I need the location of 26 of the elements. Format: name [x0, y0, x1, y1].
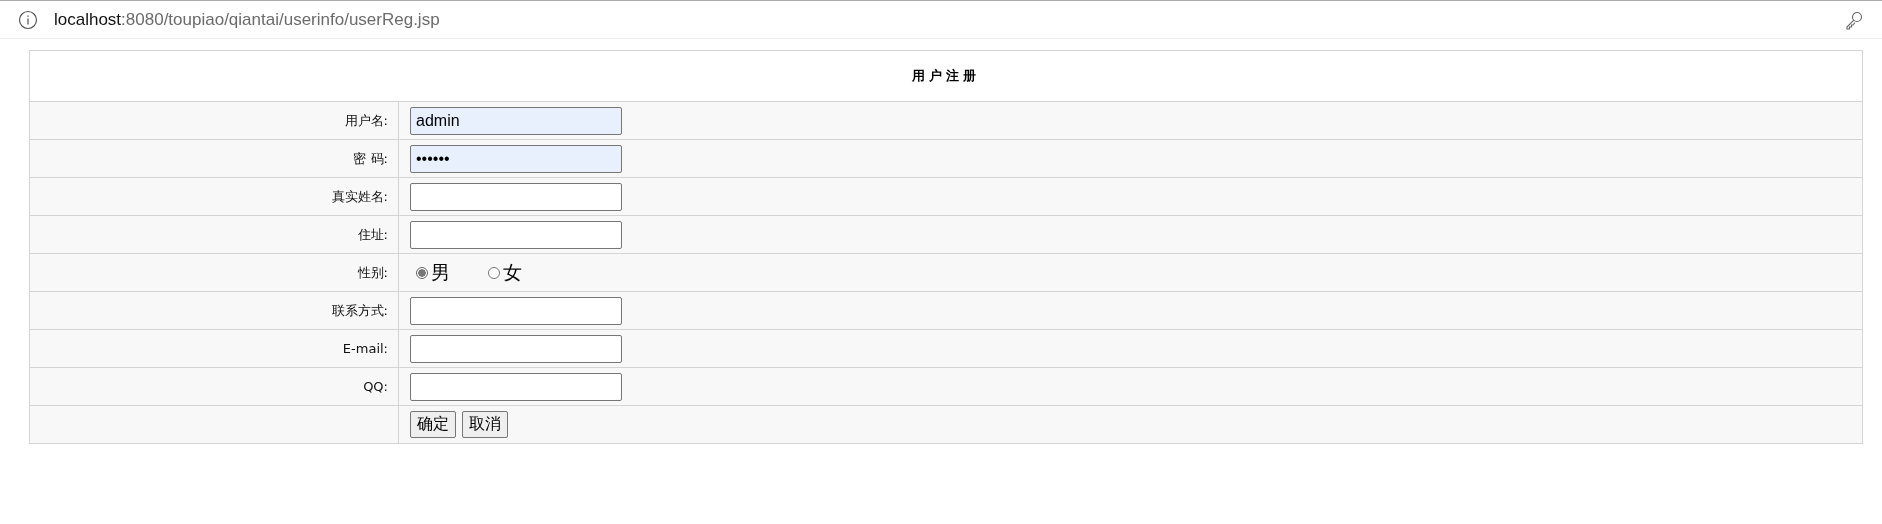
radio-button[interactable]	[488, 266, 500, 279]
field-label: 性别:	[357, 264, 388, 280]
field-label: QQ:	[363, 379, 388, 394]
field-label: 联系方式:	[331, 302, 388, 318]
input-field[interactable]: ••••••	[410, 144, 622, 173]
field-label: E-mail:	[342, 341, 388, 356]
address-bar[interactable]: localhost:8080/toupiao/qiantai/userinfo/userReg.jsp	[0, 0, 1882, 39]
radio-label[interactable]: 女	[503, 259, 522, 286]
info-icon[interactable]	[18, 9, 38, 30]
input-field[interactable]: admin	[410, 106, 622, 135]
form-title: 用户注册	[912, 68, 980, 83]
input-field[interactable]	[410, 372, 622, 401]
key-icon[interactable]	[1844, 9, 1864, 30]
input-field[interactable]	[410, 220, 622, 249]
input-field[interactable]	[410, 296, 622, 325]
confirm-button[interactable]: 确定	[410, 411, 456, 438]
field-label: 密 码:	[353, 150, 388, 166]
radio-label[interactable]: 男	[431, 259, 450, 286]
field-label: 真实姓名:	[331, 188, 388, 204]
url-text: localhost:8080/toupiao/qiantai/userinfo/userReg.jsp	[54, 9, 440, 30]
radio-button[interactable]	[416, 266, 428, 279]
input-field[interactable]	[410, 334, 622, 363]
field-label: 用户名:	[344, 112, 388, 128]
input-field[interactable]	[410, 182, 622, 211]
cancel-button[interactable]: 取消	[462, 411, 508, 438]
field-label: 住址:	[357, 226, 388, 242]
